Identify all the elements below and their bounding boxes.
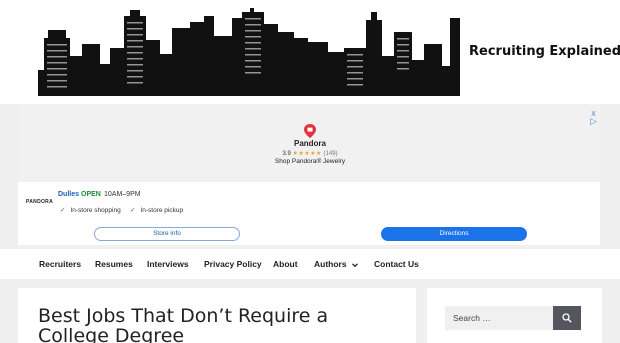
feature-label: In-store shopping <box>70 207 121 214</box>
post-title[interactable]: Best Jobs That Don’t Require a College D… <box>38 306 398 343</box>
main-navigation: Recruiters Resumes Interviews Privacy Po… <box>0 249 620 279</box>
store-card[interactable]: PANDORA Dulles OPEN 10AM–9PM ✓ In-store s… <box>18 182 600 245</box>
rating-stars-icon: ★★★★★ <box>292 151 322 157</box>
store-open-status: OPEN <box>81 191 101 198</box>
search-input[interactable] <box>445 306 553 330</box>
chevron-down-icon[interactable] <box>351 261 359 269</box>
check-icon: ✓ <box>60 207 66 214</box>
ad-rating: 3.9 ★★★★★ (149) <box>18 150 602 157</box>
store-location[interactable]: Dulles <box>58 191 79 198</box>
ad-info-icon[interactable]: ▷ <box>590 117 597 126</box>
directions-button[interactable]: Directions <box>381 227 527 241</box>
city-skyline-logo[interactable] <box>38 8 462 96</box>
ad-tagline[interactable]: Shop Pandora® Jewelry <box>18 158 602 165</box>
feature-in-store-pickup: ✓ In-store pickup <box>130 206 183 214</box>
feature-in-store-shopping: ✓ In-store shopping <box>60 206 121 214</box>
nav-item-label: Authors <box>314 259 347 269</box>
ad-brand-name[interactable]: Pandora <box>18 139 602 148</box>
store-info-button[interactable]: Store info <box>94 227 240 241</box>
nav-item-contact-us[interactable]: Contact Us <box>374 249 419 279</box>
ad-choices-icon[interactable]: x ▷ <box>590 109 597 126</box>
store-logo: PANDORA <box>26 199 54 205</box>
check-icon: ✓ <box>130 207 136 214</box>
nav-item-interviews[interactable]: Interviews <box>147 249 189 279</box>
nav-item-recruiters[interactable]: Recruiters <box>39 249 81 279</box>
rating-value: 3.9 <box>282 151 291 157</box>
feature-label: In-store pickup <box>140 207 184 214</box>
site-title[interactable]: Recruiting Explained <box>469 44 620 59</box>
nav-item-resumes[interactable]: Resumes <box>95 249 133 279</box>
store-hours: 10AM–9PM <box>104 191 141 198</box>
article-card: Best Jobs That Don’t Require a College D… <box>18 288 416 343</box>
advertisement[interactable]: x ▷ Pandora 3.9 ★★★★★ (149) Shop Pandora… <box>18 104 602 248</box>
nav-item-authors[interactable]: Authors <box>314 249 359 279</box>
search-button[interactable] <box>553 306 581 330</box>
nav-item-about[interactable]: About <box>273 249 298 279</box>
review-count: (149) <box>323 151 338 157</box>
map-pin-icon <box>304 124 316 138</box>
search-icon <box>562 313 572 323</box>
nav-item-privacy-policy[interactable]: Privacy Policy <box>204 249 262 279</box>
sidebar-widget <box>427 288 602 343</box>
site-header: Recruiting Explained <box>0 0 620 104</box>
